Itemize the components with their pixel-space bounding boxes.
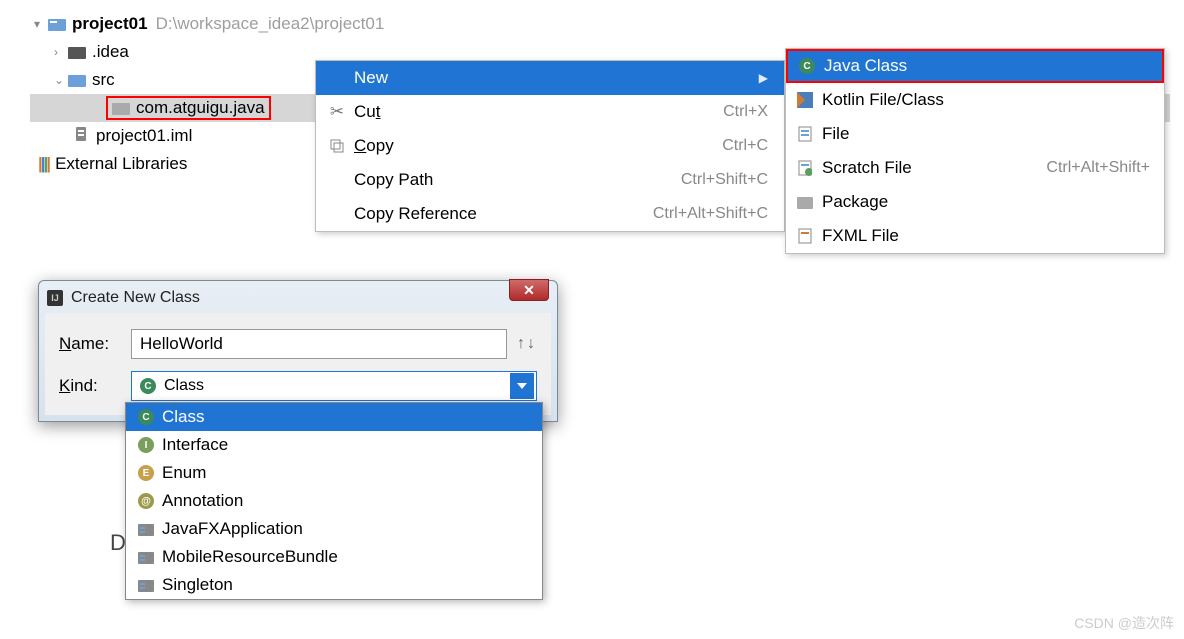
ctx-item-copy[interactable]: Copy Ctrl+C (316, 129, 784, 163)
ctx-item-cut[interactable]: ✂ Cut Ctrl+X (316, 95, 784, 129)
submenu-item-package[interactable]: Package (786, 185, 1164, 219)
kind-dropdown: CClassIInterfaceEEnum@AnnotationJavaFXAp… (125, 402, 543, 600)
ctx-item-copypath[interactable]: Copy Path Ctrl+Shift+C (316, 163, 784, 197)
dropdown-item-class[interactable]: CClass (126, 403, 542, 431)
idea-folder-label: .idea (92, 42, 129, 62)
ctx-copy-shortcut: Ctrl+C (722, 137, 768, 155)
intellij-icon: IJ (47, 290, 63, 306)
ctx-copyref-shortcut: Ctrl+Alt+Shift+C (653, 205, 768, 223)
chevron-down-icon[interactable]: ⌄ (54, 73, 68, 87)
scratch-icon (794, 159, 816, 177)
dropdown-item-annotation[interactable]: @Annotation (126, 487, 542, 515)
file-icon (794, 125, 816, 143)
close-button[interactable]: ✕ (509, 279, 549, 301)
submenu-item-scratch[interactable]: Scratch File Ctrl+Alt+Shift+ (786, 151, 1164, 185)
name-label: Name: (59, 334, 131, 354)
updown-icon[interactable]: ↑↓ (517, 335, 537, 353)
kind-select[interactable]: C Class (131, 371, 537, 401)
ctx-item-new[interactable]: New ▶ (316, 61, 784, 95)
new-submenu: C Java Class Kotlin File/Class File Scra… (785, 48, 1165, 254)
chevron-down-icon[interactable]: ▾ (34, 17, 48, 31)
dropdown-item-label: JavaFXApplication (162, 519, 303, 539)
dropdown-item-label: Class (162, 407, 205, 427)
dropdown-item-mobileresourcebundle[interactable]: MobileResourceBundle (126, 543, 542, 571)
submenu-item-kotlin[interactable]: Kotlin File/Class (786, 83, 1164, 117)
submenu-fxml-label: FXML File (822, 226, 1150, 246)
chevron-down-icon (517, 383, 527, 389)
kind-select-value: Class (164, 377, 204, 395)
libraries-icon: |||| (38, 154, 49, 174)
fxml-icon (794, 227, 816, 245)
package-label: com.atguigu.java (136, 98, 265, 118)
template-icon (134, 578, 158, 592)
watermark: CSDN @造次阵 (1074, 613, 1174, 633)
chevron-right-icon[interactable]: › (54, 45, 68, 59)
submenu-scratch-shortcut: Ctrl+Alt+Shift+ (1046, 159, 1150, 177)
iml-file-icon (74, 126, 90, 147)
submenu-item-file[interactable]: File (786, 117, 1164, 151)
ctx-cut-shortcut: Ctrl+X (723, 103, 768, 121)
template-icon (134, 550, 158, 564)
source-folder-icon (68, 73, 86, 87)
dropdown-item-label: MobileResourceBundle (162, 547, 338, 567)
dropdown-item-interface[interactable]: IInterface (126, 431, 542, 459)
class-icon: C (796, 57, 818, 75)
dropdown-item-javafxapplication[interactable]: JavaFXApplication (126, 515, 542, 543)
ctx-copypath-label: Copy Path (348, 170, 681, 190)
dropdown-item-singleton[interactable]: Singleton (126, 571, 542, 599)
module-icon (48, 17, 66, 31)
dialog-title: Create New Class (71, 289, 200, 307)
copy-icon (326, 139, 348, 153)
chevron-right-icon: ▶ (759, 71, 768, 85)
interface-icon: I (134, 437, 158, 453)
dropdown-item-label: Annotation (162, 491, 243, 511)
dropdown-button[interactable] (510, 373, 534, 399)
ctx-new-label: New (348, 68, 759, 88)
ctx-copyref-label: Copy Reference (348, 204, 653, 224)
background-letter: D (110, 530, 126, 556)
class-icon: C (140, 378, 156, 394)
submenu-package-label: Package (822, 192, 1150, 212)
name-input[interactable] (131, 329, 507, 359)
project-name: project01 (72, 14, 148, 34)
iml-file-label: project01.iml (96, 126, 192, 146)
enum-icon: E (134, 465, 158, 481)
dropdown-item-label: Interface (162, 435, 228, 455)
annotation-icon: @ (134, 493, 158, 509)
submenu-javaclass-label: Java Class (824, 56, 1148, 76)
submenu-file-label: File (822, 124, 1150, 144)
dropdown-item-enum[interactable]: EEnum (126, 459, 542, 487)
dropdown-item-label: Singleton (162, 575, 233, 595)
kotlin-icon (794, 91, 816, 109)
ctx-copypath-shortcut: Ctrl+Shift+C (681, 171, 768, 189)
dropdown-item-label: Enum (162, 463, 206, 483)
folder-icon (68, 45, 86, 59)
package-icon (112, 101, 130, 115)
context-menu: New ▶ ✂ Cut Ctrl+X Copy Ctrl+C Copy Path… (315, 60, 785, 232)
tree-row-project[interactable]: ▾ project01 D:\workspace_idea2\project01 (30, 10, 1170, 38)
submenu-item-javaclass[interactable]: C Java Class (786, 49, 1164, 83)
package-icon (794, 193, 816, 211)
ctx-item-copyref[interactable]: Copy Reference Ctrl+Alt+Shift+C (316, 197, 784, 231)
project-path: D:\workspace_idea2\project01 (156, 14, 385, 34)
submenu-scratch-label: Scratch File (822, 158, 1046, 178)
src-folder-label: src (92, 70, 115, 90)
external-libs-label: External Libraries (55, 154, 187, 174)
template-icon (134, 522, 158, 536)
create-class-dialog: IJ Create New Class ✕ Name: ↑↓ Kind: C C… (38, 280, 558, 422)
scissors-icon: ✂ (326, 102, 348, 122)
submenu-kotlin-label: Kotlin File/Class (822, 90, 1150, 110)
class-icon: C (134, 409, 158, 425)
submenu-item-fxml[interactable]: FXML File (786, 219, 1164, 253)
kind-label: Kind: (59, 376, 131, 396)
